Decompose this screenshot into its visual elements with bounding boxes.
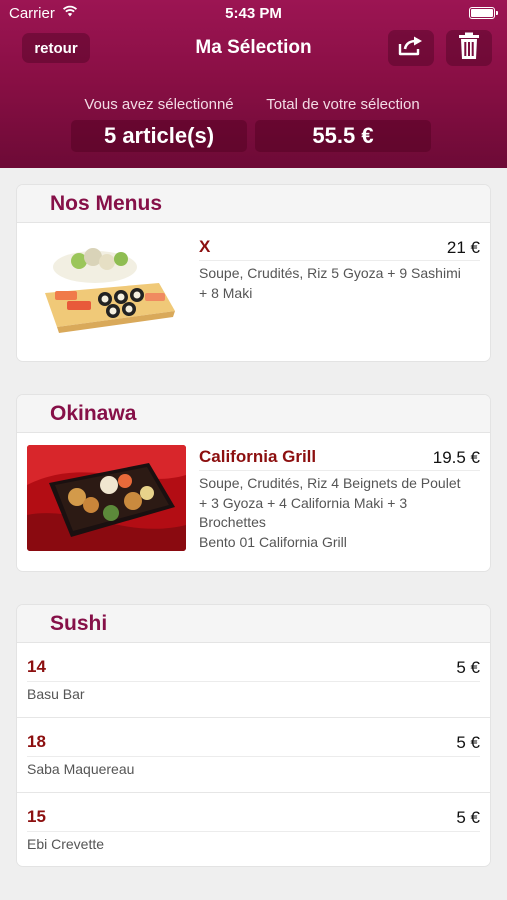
item-name: California Grill <box>199 447 317 466</box>
selected-count-label: Vous avez sélectionné <box>84 96 234 113</box>
list-item[interactable]: 14 5 € Basu Bar <box>17 643 490 718</box>
selected-count: Vous avez sélectionné 5 article(s) <box>71 94 247 152</box>
nav-bar: retour Ma Sélection <box>0 28 507 70</box>
item-description: Soupe, Crudités, Riz 5 Gyoza + 9 Sashimi… <box>199 264 461 303</box>
battery-icon <box>469 7 498 19</box>
item-description-line: Soupe, Crudités, Riz 4 Beignets de Poule… <box>199 475 461 491</box>
item-description: Ebi Crevette <box>27 836 105 852</box>
item-description-line: + 3 Gyoza + 4 California Maki + 3 <box>199 494 408 511</box>
item-price: 5 € <box>456 733 480 752</box>
section-title: Sushi <box>50 611 108 635</box>
selection-summary: Vous avez sélectionné 5 article(s) Total… <box>0 94 507 158</box>
item-price: 21 € <box>446 238 480 257</box>
item-description: Saba Maquereau <box>27 761 135 777</box>
list-item[interactable]: 18 5 € Saba Maquereau <box>17 718 490 793</box>
list-item[interactable]: X 21 € Soupe, Crudités, Riz 5 Gyoza + 9 … <box>17 223 490 360</box>
section-title: Okinawa <box>50 401 137 425</box>
section-okinawa: Okinawa California Grill 19.5 € Soupe, C… <box>17 395 490 571</box>
item-name: 14 <box>27 657 46 676</box>
status-bar: Carrier 5:43 PM <box>0 0 507 28</box>
clock: 5:43 PM <box>225 5 282 22</box>
selection-total: Total de votre sélection 55.5 € <box>255 94 431 152</box>
trash-icon <box>458 32 480 65</box>
section-header: Nos Menus <box>17 185 490 223</box>
divider <box>27 756 480 757</box>
section-title: Nos Menus <box>50 191 163 215</box>
section-header: Sushi <box>17 605 490 643</box>
header: Carrier 5:43 PM retour Ma Sélection Vous… <box>0 0 507 168</box>
dish-photo <box>27 445 186 551</box>
divider <box>199 260 480 261</box>
list-item[interactable]: California Grill 19.5 € Soupe, Crudités,… <box>17 433 490 570</box>
item-description: Soupe, Crudités, Riz 4 Beignets de Poule… <box>199 474 461 552</box>
section-nos-menus: Nos Menus X 21 € Soupe, Crudités, Riz 5 … <box>17 185 490 361</box>
share-icon <box>397 35 425 62</box>
item-price: 5 € <box>456 658 480 677</box>
delete-button[interactable] <box>446 30 492 66</box>
list-item[interactable]: 15 5 € Ebi Crevette <box>17 793 490 865</box>
item-price: 19.5 € <box>432 448 480 467</box>
item-description: Basu Bar <box>27 686 85 702</box>
selection-total-label: Total de votre sélection <box>266 96 420 113</box>
share-button[interactable] <box>388 30 434 66</box>
item-description-line: Brochettes <box>199 514 266 530</box>
selection-total-value: 55.5 € <box>255 120 431 152</box>
selected-count-value: 5 article(s) <box>71 120 247 152</box>
divider <box>199 470 480 471</box>
item-name: 15 <box>27 807 46 826</box>
item-description-line: Soupe, Crudités, Riz 5 Gyoza + 9 Sashimi <box>199 265 461 281</box>
item-name: 18 <box>27 732 46 751</box>
section-sushi: Sushi 14 5 € Basu Bar 18 5 € Saba Maquer… <box>17 605 490 866</box>
item-price: 5 € <box>456 808 480 827</box>
dish-photo <box>27 235 186 341</box>
item-description-line: Bento 01 California Grill <box>199 533 347 550</box>
divider <box>27 681 480 682</box>
divider <box>27 831 480 832</box>
item-description-line: + 8 Maki <box>199 284 253 301</box>
item-name: X <box>199 237 211 256</box>
section-header: Okinawa <box>17 395 490 433</box>
